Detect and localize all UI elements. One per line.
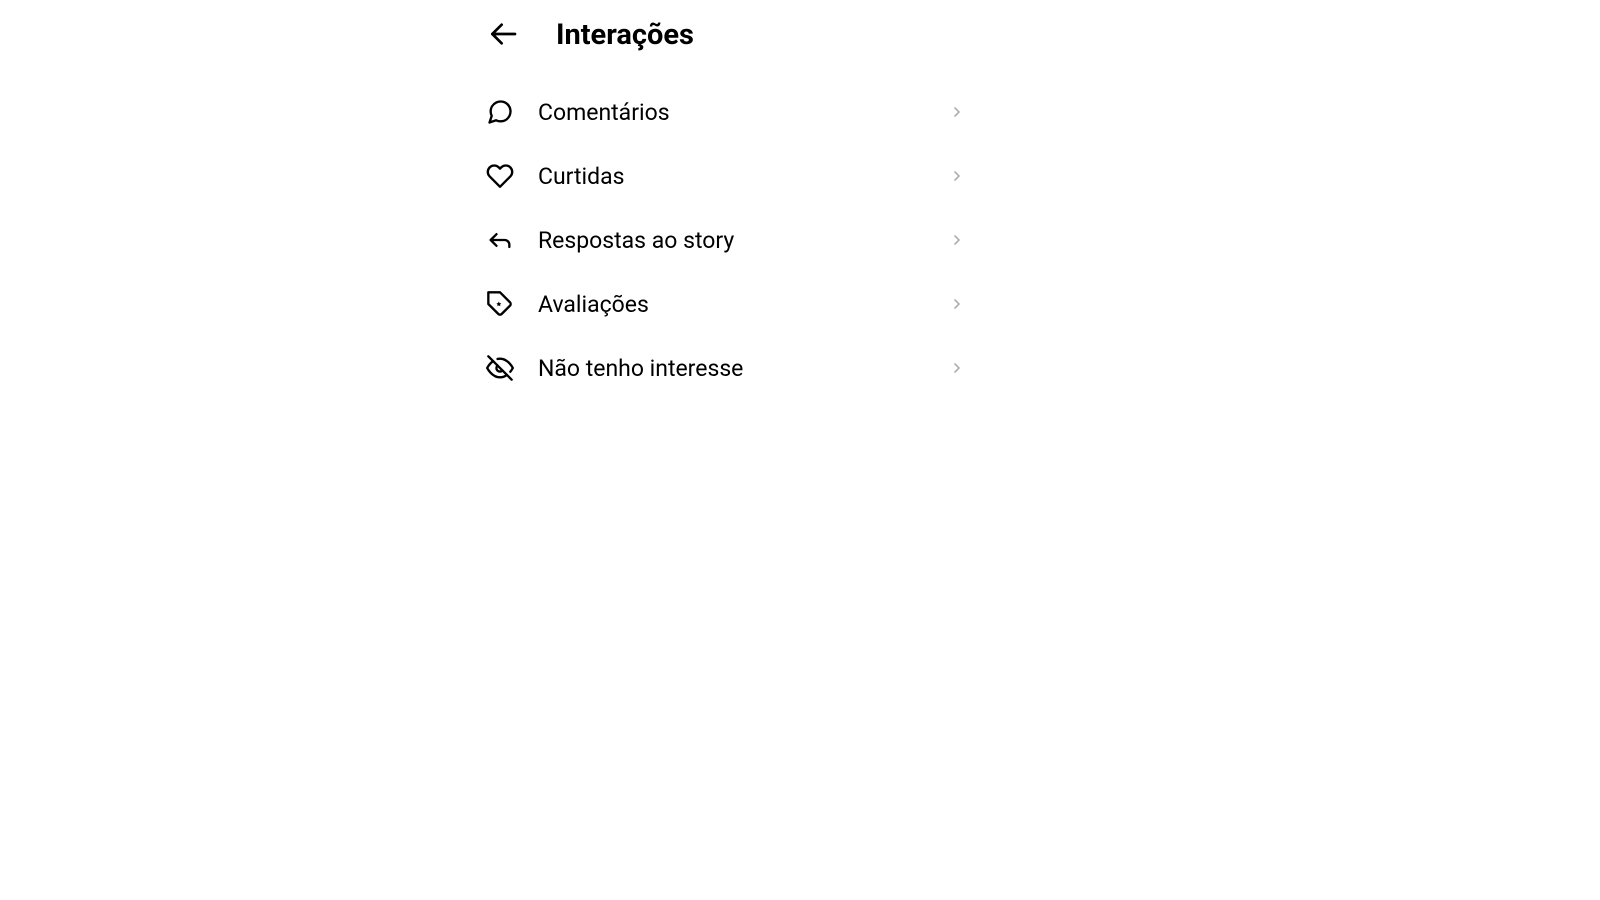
menu-item-not-interested[interactable]: Não tenho interesse (486, 336, 966, 400)
page-title: Interações (556, 18, 694, 52)
heart-icon (486, 162, 514, 190)
menu-item-likes[interactable]: Curtidas (486, 144, 966, 208)
menu-list: Comentários Curtidas (486, 80, 966, 400)
menu-item-story-replies[interactable]: Respostas ao story (486, 208, 966, 272)
menu-item-label: Respostas ao story (538, 227, 948, 254)
reply-icon (486, 226, 514, 254)
back-button[interactable] (486, 18, 520, 52)
eye-off-icon (486, 354, 514, 382)
chevron-right-icon (948, 359, 966, 377)
chevron-right-icon (948, 103, 966, 121)
menu-item-label: Curtidas (538, 163, 948, 190)
arrow-left-icon (487, 18, 519, 53)
chevron-right-icon (948, 295, 966, 313)
menu-item-label: Avaliações (538, 291, 948, 318)
header: Interações (486, 18, 966, 80)
menu-item-reviews[interactable]: Avaliações (486, 272, 966, 336)
menu-item-label: Não tenho interesse (538, 355, 948, 382)
comment-icon (486, 98, 514, 126)
chevron-right-icon (948, 167, 966, 185)
menu-item-comments[interactable]: Comentários (486, 80, 966, 144)
chevron-right-icon (948, 231, 966, 249)
tag-star-icon (486, 290, 514, 318)
menu-item-label: Comentários (538, 99, 948, 126)
